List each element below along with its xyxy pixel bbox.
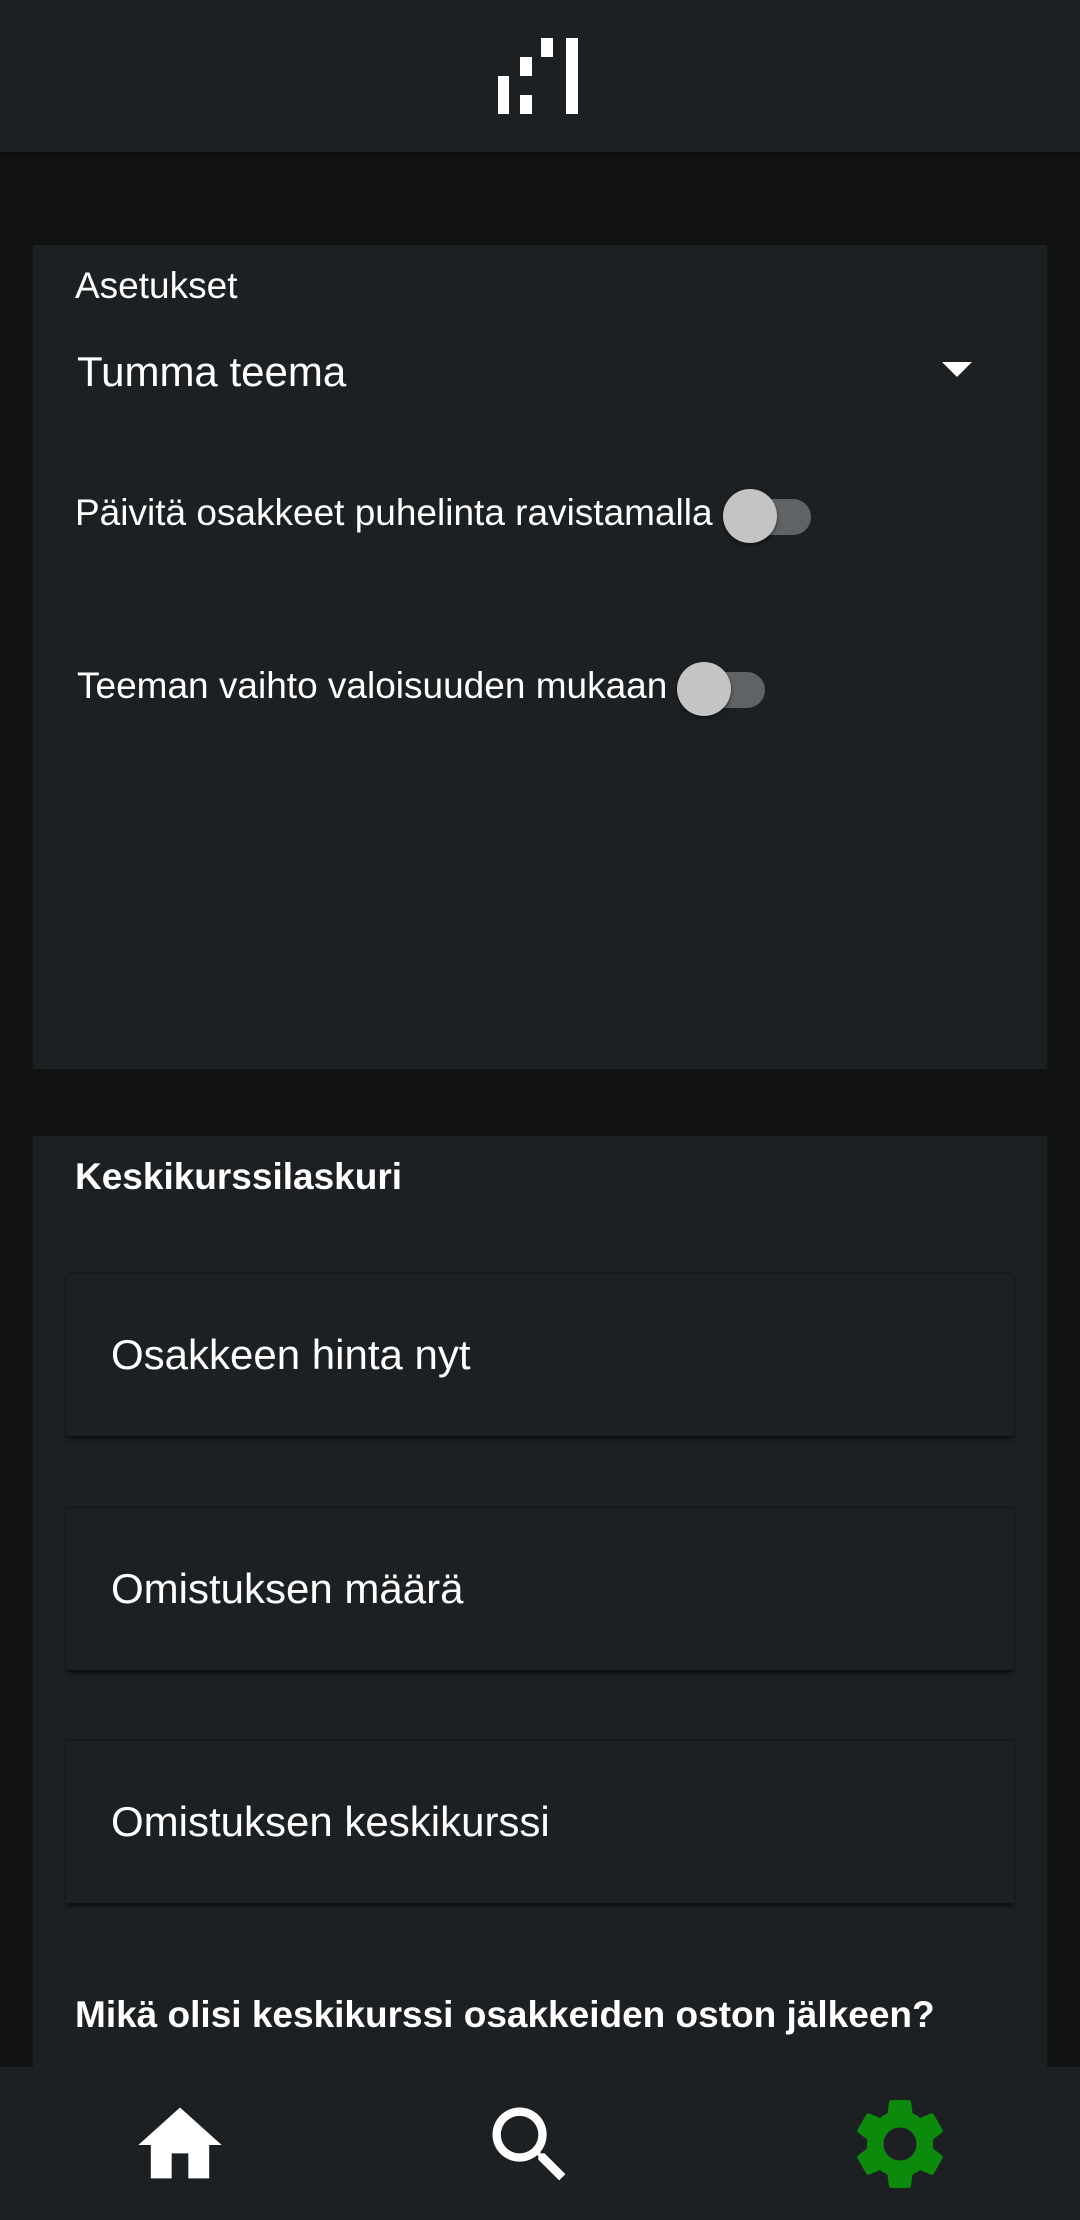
holding-amount-field — [66, 1508, 1014, 1670]
switch-thumb — [677, 662, 732, 716]
switch-thumb — [722, 489, 777, 543]
calculator-title: Keskikurssilaskuri — [75, 1156, 403, 1197]
theme-dropdown[interactable]: Tumma teema — [77, 340, 1007, 410]
calculator-question: Mikä olisi keskikurssi osakkeiden oston … — [75, 1994, 935, 2035]
light-theme-label: Teeman vaihto valoisuuden mukaan — [77, 665, 668, 706]
nav-settings-button[interactable] — [720, 2067, 1080, 2220]
settings-title: Asetukset — [75, 265, 238, 306]
shake-refresh-label: Päivitä osakkeet puhelinta ravistamalla — [75, 492, 713, 533]
bottom-navigation — [0, 2067, 1080, 2220]
share-price-input[interactable] — [111, 1330, 971, 1380]
holding-average-field — [66, 1741, 1014, 1903]
holding-amount-input[interactable] — [111, 1564, 971, 1614]
settings-card: Asetukset Tumma teema Päivitä osakkeet p… — [33, 245, 1047, 1069]
shake-refresh-switch[interactable] — [722, 483, 811, 543]
holding-average-input[interactable] — [111, 1797, 971, 1847]
nav-home-button[interactable] — [0, 2067, 360, 2220]
average-price-calculator-card: Keskikurssilaskuri Mikä olisi keskikurss… — [33, 1136, 1047, 2220]
theme-dropdown-value: Tumma teema — [77, 348, 347, 395]
dropdown-arrow-icon — [942, 362, 972, 377]
nav-search-button[interactable] — [360, 2067, 720, 2220]
shake-refresh-row: Päivitä osakkeet puhelinta ravistamalla — [75, 483, 811, 543]
gear-icon — [857, 2100, 943, 2188]
home-icon — [138, 2107, 222, 2179]
light-theme-row: Teeman vaihto valoisuuden mukaan — [77, 656, 766, 716]
light-theme-switch[interactable] — [677, 656, 766, 716]
search-icon — [492, 2107, 566, 2181]
app-logo-icon — [498, 38, 578, 114]
top-app-bar — [0, 0, 1080, 152]
share-price-field — [66, 1274, 1014, 1436]
